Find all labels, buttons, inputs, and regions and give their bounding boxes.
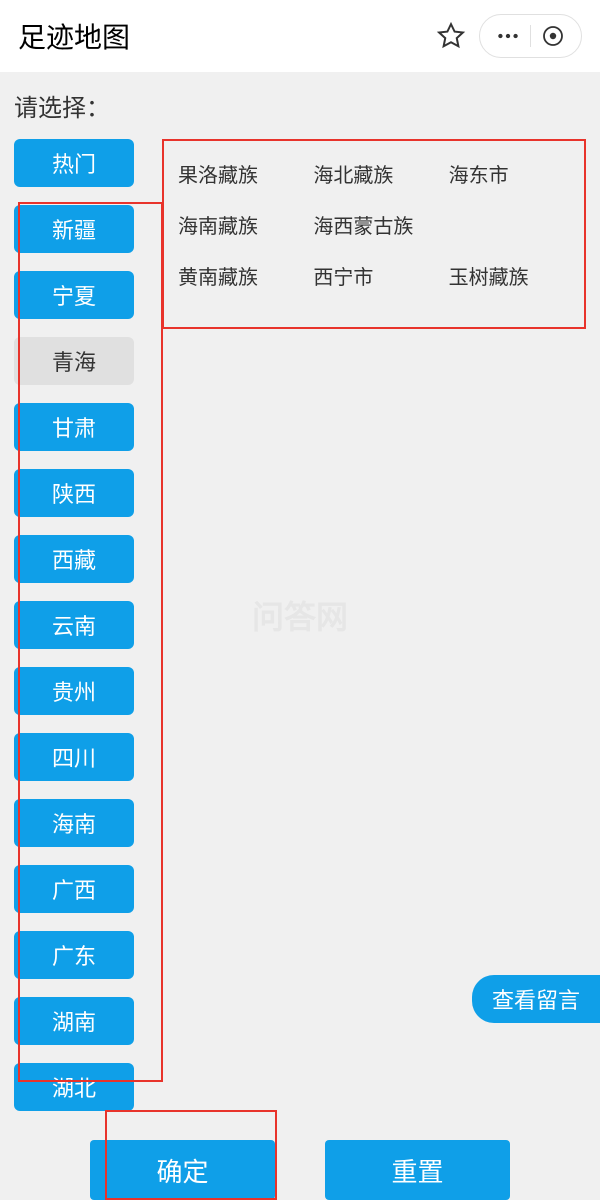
province-button[interactable]: 湖北 [14,1063,134,1111]
city-item[interactable]: 海北藏族 [313,159,434,188]
province-button[interactable]: 四川 [14,733,134,781]
province-hot-button[interactable]: 热门 [14,139,134,187]
bottom-bar: 确定 重置 [0,1128,600,1200]
more-icon[interactable] [486,16,530,56]
province-button[interactable]: 湖南 [14,997,134,1045]
city-panel: 果洛藏族海北藏族海东市海南藏族海西蒙古族黄南藏族西宁市玉树藏族 [162,139,586,329]
close-icon[interactable] [531,16,575,56]
province-button[interactable]: 陕西 [14,469,134,517]
city-item[interactable]: 海西蒙古族 [313,210,434,239]
province-button[interactable]: 宁夏 [14,271,134,319]
select-prompt: 请选择： [14,88,586,123]
city-item[interactable]: 黄南藏族 [178,261,299,290]
city-item[interactable]: 海东市 [449,159,570,188]
header-actions [479,14,582,58]
province-button[interactable]: 新疆 [14,205,134,253]
province-button[interactable]: 西藏 [14,535,134,583]
province-button[interactable]: 海南 [14,799,134,847]
city-item[interactable]: 果洛藏族 [178,159,299,188]
main-area: 热门 新疆宁夏青海甘肃陕西西藏云南贵州四川海南广西广东湖南湖北 果洛藏族海北藏族… [14,139,586,1111]
view-comments-button[interactable]: 查看留言 [472,975,600,1023]
header-bar: 足迹地图 [0,0,600,72]
confirm-button[interactable]: 确定 [90,1140,275,1200]
province-button[interactable]: 广东 [14,931,134,979]
city-grid: 果洛藏族海北藏族海东市海南藏族海西蒙古族黄南藏族西宁市玉树藏族 [178,159,570,290]
province-button[interactable]: 广西 [14,865,134,913]
favorite-icon[interactable] [431,16,471,56]
province-button[interactable]: 贵州 [14,667,134,715]
page-title: 足迹地图 [18,16,423,56]
city-item[interactable]: 西宁市 [313,261,434,290]
city-item[interactable]: 海南藏族 [178,210,299,239]
reset-button[interactable]: 重置 [325,1140,510,1200]
province-button[interactable]: 青海 [14,337,134,385]
province-button[interactable]: 云南 [14,601,134,649]
city-item[interactable]: 玉树藏族 [449,261,570,290]
province-column: 热门 新疆宁夏青海甘肃陕西西藏云南贵州四川海南广西广东湖南湖北 [14,139,144,1111]
content-area: 请选择： 热门 新疆宁夏青海甘肃陕西西藏云南贵州四川海南广西广东湖南湖北 果洛藏… [0,72,600,1111]
province-button[interactable]: 甘肃 [14,403,134,451]
province-list: 新疆宁夏青海甘肃陕西西藏云南贵州四川海南广西广东湖南湖北 [14,205,144,1111]
